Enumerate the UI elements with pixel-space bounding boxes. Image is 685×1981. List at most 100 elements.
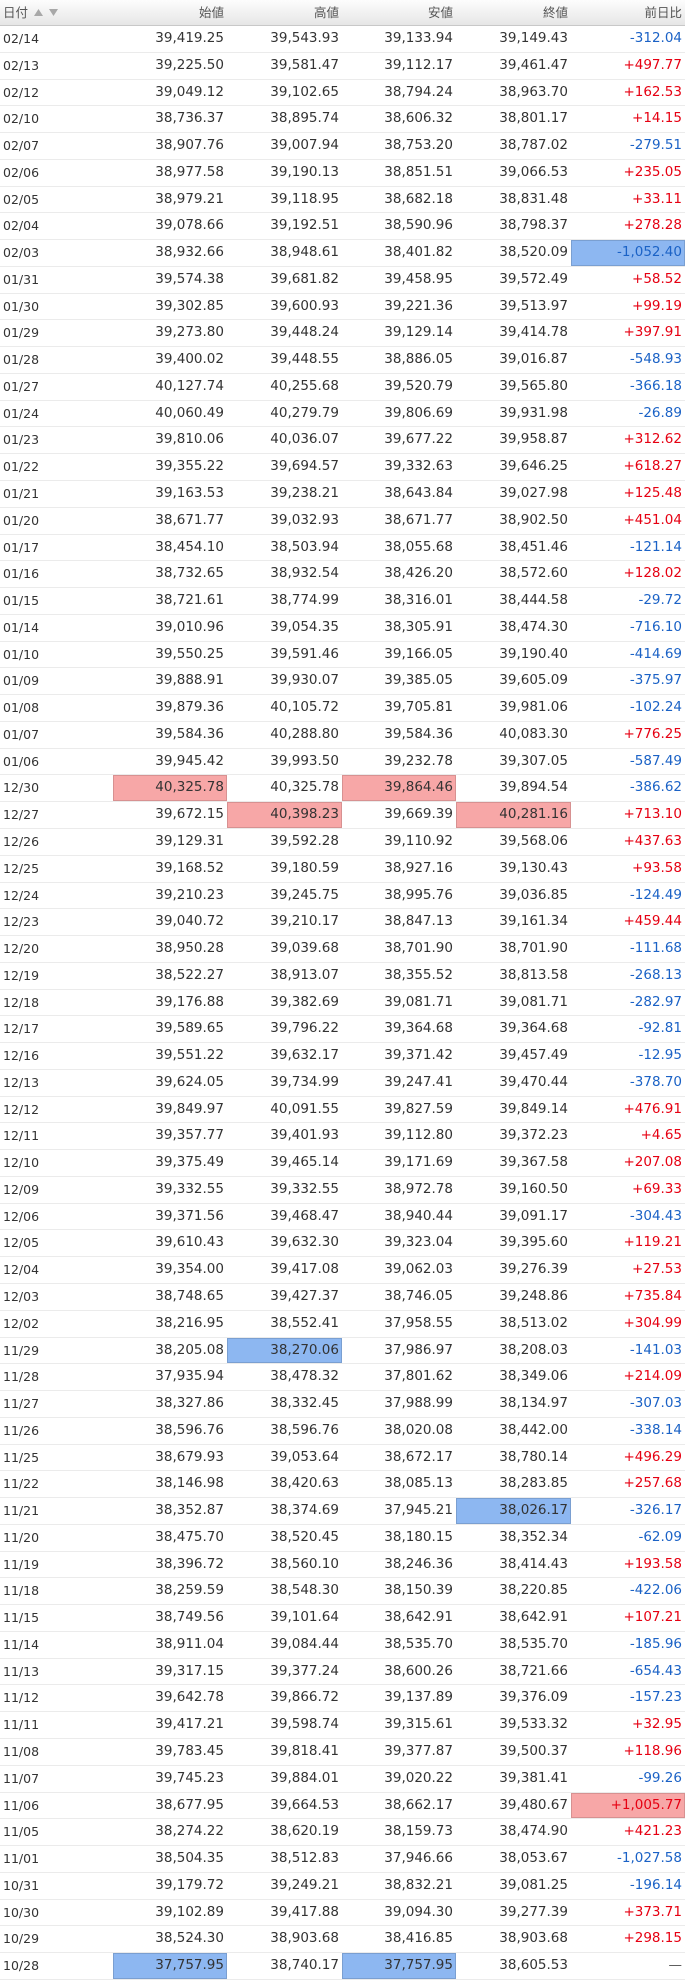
change-cell: +235.05 bbox=[623, 163, 682, 180]
table-row: 11/18 38,259.59 38,548.30 38,150.39 38,220.8… bbox=[0, 1578, 685, 1606]
column-header-date[interactable]: 日付 bbox=[0, 0, 113, 25]
close-cell: 38,026.17 bbox=[456, 1498, 571, 1524]
high-cell: 40,105.72 bbox=[270, 699, 339, 716]
table-row: 12/10 39,375.49 39,465.14 39,171.69 39,367.5… bbox=[0, 1150, 685, 1177]
date-cell: 12/18 bbox=[3, 994, 40, 1010]
low-cell: 38,832.21 bbox=[384, 1876, 453, 1893]
low-cell: 38,851.51 bbox=[384, 163, 453, 180]
close-cell: 39,066.53 bbox=[499, 163, 568, 180]
close-cell: 38,801.17 bbox=[499, 110, 568, 127]
high-cell: 39,734.99 bbox=[270, 1073, 339, 1090]
high-cell: 39,465.14 bbox=[270, 1154, 339, 1171]
low-cell: 38,055.68 bbox=[384, 538, 453, 555]
date-cell: 01/30 bbox=[3, 298, 40, 314]
open-cell: 39,574.38 bbox=[155, 270, 224, 287]
close-cell: 38,444.58 bbox=[499, 592, 568, 609]
change-cell: +207.08 bbox=[623, 1154, 682, 1171]
sort-toggle[interactable] bbox=[34, 0, 64, 24]
close-cell: 38,283.85 bbox=[499, 1475, 568, 1492]
table-row: 02/14 39,419.25 39,543.93 39,133.94 39,149.4… bbox=[0, 26, 685, 53]
date-cell: 12/20 bbox=[3, 941, 40, 957]
change-cell: -124.49 bbox=[629, 886, 682, 903]
close-cell: 39,277.39 bbox=[499, 1903, 568, 1920]
table-row: 02/07 38,907.76 39,007.94 38,753.20 38,787.0… bbox=[0, 133, 685, 160]
sort-ascending-icon[interactable] bbox=[34, 9, 44, 16]
low-cell: 38,600.26 bbox=[384, 1662, 453, 1679]
high-cell: 40,398.23 bbox=[227, 802, 342, 828]
date-cell: 12/19 bbox=[3, 967, 40, 983]
high-cell: 38,913.07 bbox=[270, 966, 339, 983]
close-cell: 40,281.16 bbox=[456, 802, 571, 828]
open-cell: 39,375.49 bbox=[155, 1154, 224, 1171]
change-cell: +496.29 bbox=[623, 1448, 682, 1465]
table-row: 10/30 39,102.89 39,417.88 39,094.30 39,277.3… bbox=[0, 1900, 685, 1927]
table-row: 12/16 39,551.22 39,632.17 39,371.42 39,457.4… bbox=[0, 1043, 685, 1070]
close-cell: 39,572.49 bbox=[499, 270, 568, 287]
open-cell: 39,049.12 bbox=[155, 83, 224, 100]
date-cell: 02/03 bbox=[3, 245, 40, 261]
close-cell: 38,813.58 bbox=[499, 966, 568, 983]
high-cell: 40,288.80 bbox=[270, 725, 339, 742]
table-row: 12/03 38,748.65 39,427.37 38,746.05 39,248.8… bbox=[0, 1284, 685, 1311]
open-cell: 39,168.52 bbox=[155, 859, 224, 876]
close-cell: 39,367.58 bbox=[499, 1154, 568, 1171]
open-cell: 38,950.28 bbox=[155, 940, 224, 957]
high-cell: 39,007.94 bbox=[270, 137, 339, 154]
table-row: 11/22 38,146.98 38,420.63 38,085.13 38,283.8… bbox=[0, 1471, 685, 1499]
high-cell: 39,884.01 bbox=[270, 1769, 339, 1786]
high-cell: 39,192.51 bbox=[270, 217, 339, 234]
column-header-low: 安値 bbox=[427, 5, 453, 20]
open-cell: 39,550.25 bbox=[155, 645, 224, 662]
date-cell: 11/19 bbox=[3, 1556, 40, 1572]
table-row: 11/07 39,745.23 39,884.01 39,020.22 39,381.4… bbox=[0, 1766, 685, 1793]
high-cell: 39,054.35 bbox=[270, 618, 339, 635]
close-cell: 39,470.44 bbox=[499, 1073, 568, 1090]
change-cell: +27.53 bbox=[632, 1261, 682, 1278]
date-cell: 10/29 bbox=[3, 1931, 40, 1947]
table-row: 01/06 39,945.42 39,993.50 39,232.78 39,307.0… bbox=[0, 749, 685, 776]
date-cell: 01/06 bbox=[3, 753, 40, 769]
date-cell: 11/11 bbox=[3, 1717, 40, 1733]
high-cell: 38,560.10 bbox=[270, 1555, 339, 1572]
open-cell: 39,810.06 bbox=[155, 431, 224, 448]
open-cell: 40,325.78 bbox=[113, 775, 227, 802]
date-cell: 12/10 bbox=[3, 1155, 40, 1171]
open-cell: 39,371.56 bbox=[155, 1207, 224, 1224]
close-cell: 38,721.66 bbox=[499, 1662, 568, 1679]
date-cell: 01/28 bbox=[3, 352, 40, 368]
table-row: 01/27 40,127.74 40,255.68 39,520.79 39,565.8… bbox=[0, 374, 685, 401]
date-cell: 11/20 bbox=[3, 1529, 40, 1545]
open-cell: 39,225.50 bbox=[155, 56, 224, 73]
date-cell: 12/13 bbox=[3, 1074, 40, 1090]
close-cell: 39,161.34 bbox=[499, 913, 568, 930]
table-row: 11/20 38,475.70 38,520.45 38,180.15 38,352.3… bbox=[0, 1525, 685, 1552]
close-cell: 38,902.50 bbox=[499, 511, 568, 528]
table-row: 12/30 40,325.78 40,325.78 39,864.46 39,894.5… bbox=[0, 775, 685, 803]
low-cell: 39,221.36 bbox=[384, 297, 453, 314]
date-cell: 02/06 bbox=[3, 164, 40, 180]
low-cell: 39,081.71 bbox=[384, 993, 453, 1010]
column-header-high: 高値 bbox=[313, 5, 339, 20]
change-cell: +735.84 bbox=[623, 1287, 682, 1304]
table-row: 10/29 38,524.30 38,903.68 38,416.85 38,903.6… bbox=[0, 1926, 685, 1954]
open-cell: 38,524.30 bbox=[155, 1930, 224, 1947]
low-cell: 39,112.80 bbox=[384, 1127, 453, 1144]
high-cell: 38,512.83 bbox=[270, 1850, 339, 1867]
low-cell: 39,171.69 bbox=[384, 1154, 453, 1171]
high-cell: 39,600.93 bbox=[270, 297, 339, 314]
sort-descending-icon[interactable] bbox=[49, 9, 59, 16]
open-cell: 39,354.00 bbox=[155, 1261, 224, 1278]
change-cell: +162.53 bbox=[623, 83, 682, 100]
close-cell: 39,381.41 bbox=[499, 1769, 568, 1786]
high-cell: 38,270.06 bbox=[227, 1337, 342, 1364]
high-cell: 39,377.24 bbox=[270, 1662, 339, 1679]
close-cell: 38,474.90 bbox=[499, 1823, 568, 1840]
close-cell: 38,352.34 bbox=[499, 1528, 568, 1545]
low-cell: 37,986.97 bbox=[384, 1341, 453, 1358]
close-cell: 39,533.32 bbox=[499, 1716, 568, 1733]
open-cell: 38,736.37 bbox=[155, 110, 224, 127]
high-cell: 38,903.68 bbox=[270, 1930, 339, 1947]
date-cell: 12/12 bbox=[3, 1101, 40, 1117]
date-cell: 11/14 bbox=[3, 1636, 40, 1652]
change-cell: -375.97 bbox=[629, 672, 682, 689]
